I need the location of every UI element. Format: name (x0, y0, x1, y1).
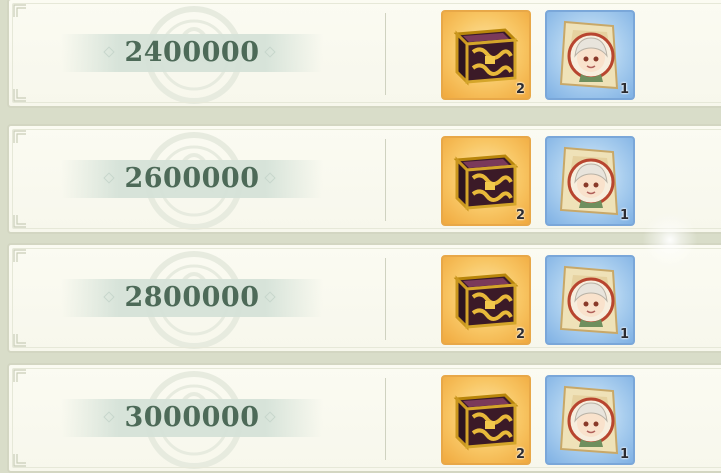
corner-ornament-icon (13, 333, 27, 347)
reward-item-character-card[interactable]: 1 (545, 375, 635, 465)
reward-item-chest[interactable]: 2 (441, 10, 531, 100)
divider (385, 13, 386, 95)
score-threshold: 2400000 (124, 37, 260, 68)
reward-item-chest[interactable]: 2 (441, 136, 531, 226)
divider (385, 378, 386, 460)
item-quantity: 1 (619, 327, 629, 342)
reward-item-chest[interactable]: 2 (441, 255, 531, 345)
score-threshold: 2800000 (124, 282, 260, 313)
corner-ornament-icon (13, 4, 27, 18)
item-quantity: 2 (515, 208, 525, 223)
item-quantity: 2 (515, 82, 525, 97)
reward-item-character-card[interactable]: 1 (545, 136, 635, 226)
reward-row: 2600000 2 1 (7, 124, 721, 234)
divider (385, 139, 386, 221)
reward-row: 2400000 2 1 (7, 0, 721, 108)
item-quantity: 2 (515, 447, 525, 462)
corner-ornament-icon (13, 369, 27, 383)
reward-row: 3000000 2 1 (7, 363, 721, 473)
item-quantity: 1 (619, 447, 629, 462)
corner-ornament-icon (13, 88, 27, 102)
score-threshold: 2600000 (124, 163, 260, 194)
corner-ornament-icon (13, 453, 27, 467)
reward-row: 2800000 2 1 (7, 243, 721, 353)
item-quantity: 1 (619, 82, 629, 97)
item-quantity: 1 (619, 208, 629, 223)
item-quantity: 2 (515, 327, 525, 342)
reward-item-character-card[interactable]: 1 (545, 10, 635, 100)
reward-item-chest[interactable]: 2 (441, 375, 531, 465)
reward-list: 2400000 2 1 2600000 2 1 2800000 2 1 3000… (0, 0, 721, 473)
corner-ornament-icon (13, 130, 27, 144)
divider (385, 258, 386, 340)
score-threshold: 3000000 (124, 402, 260, 433)
corner-ornament-icon (13, 214, 27, 228)
reward-item-character-card[interactable]: 1 (545, 255, 635, 345)
corner-ornament-icon (13, 249, 27, 263)
